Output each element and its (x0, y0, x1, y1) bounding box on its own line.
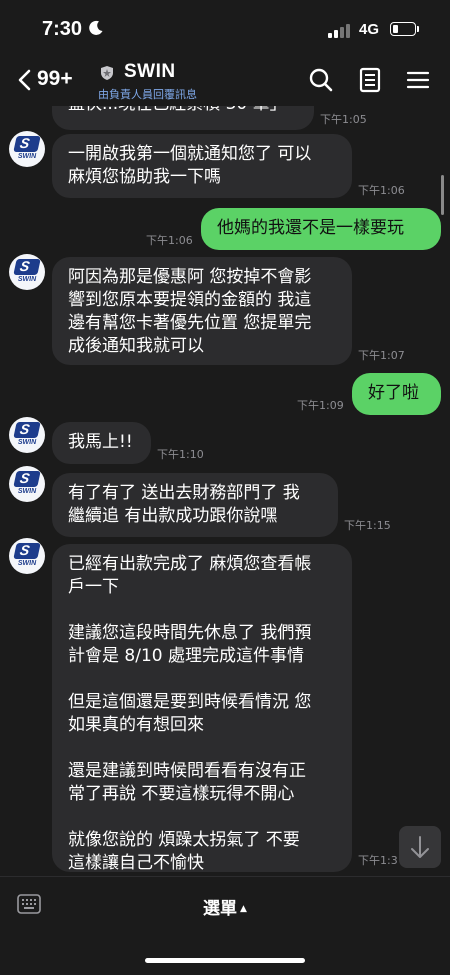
signal-icon (328, 24, 350, 38)
avatar[interactable]: SWIN (9, 417, 45, 453)
message-bubble[interactable]: 有了有了 送出去財務部門了 我 繼續追 有出款成功跟你說嘿 (52, 473, 338, 537)
message-bubble[interactable]: 盡快...現在已經累積 30 筆」 (52, 106, 314, 130)
message-bubble[interactable]: 阿因為那是優惠阿 您按掉不會影 響到您原本要提領的金額的 我這 邊有幫您卡著優先… (52, 257, 352, 365)
chat-subtitle: 由負責人員回覆訊息 (98, 88, 197, 101)
status-time: 7:30 (42, 18, 83, 40)
arrow-down-icon (411, 836, 429, 858)
menu-label: 選單 (203, 899, 238, 919)
notes-icon[interactable] (357, 67, 383, 93)
message-bubble[interactable]: 已經有出款完成了 麻煩您查看帳 戶一下 建議您這段時間先休息了 我們預 計會是 … (52, 544, 352, 873)
chevron-left-icon[interactable] (14, 68, 38, 92)
message-bubble-sent[interactable]: 好了啦 (352, 373, 441, 415)
message-timestamp: 下午1:3 (358, 854, 398, 867)
avatar[interactable]: SWIN (9, 254, 45, 290)
home-indicator[interactable] (145, 958, 305, 963)
battery-icon (390, 22, 416, 36)
message-list[interactable]: 盡快...現在已經累積 30 筆」 下午1:05 SWIN 一開啟我第一個就通知… (0, 106, 450, 876)
scrollbar[interactable] (441, 175, 444, 215)
message-timestamp: 下午1:09 (297, 399, 344, 412)
status-bar: 7:30 4G (0, 0, 450, 56)
message-bubble[interactable]: 我馬上!! (52, 422, 151, 464)
message-timestamp: 下午1:15 (344, 519, 391, 532)
avatar[interactable]: SWIN (9, 466, 45, 502)
moon-icon (89, 20, 103, 35)
message-bubble[interactable]: 一開啟我第一個就通知您了 可以 麻煩您協助我一下嗎 (52, 134, 352, 198)
message-timestamp: 下午1:06 (146, 234, 193, 247)
caret-up-icon: ▲ (240, 904, 247, 914)
message-timestamp: 下午1:10 (157, 448, 204, 461)
menu-button[interactable]: 選單 ▲ (0, 894, 450, 919)
avatar[interactable]: SWIN (9, 538, 45, 574)
message-timestamp: 下午1:05 (320, 113, 367, 126)
avatar[interactable]: SWIN (9, 131, 45, 167)
chat-header: 99+ SWIN 由負責人員回覆訊息 (0, 56, 450, 106)
unread-count[interactable]: 99+ (37, 67, 73, 91)
hamburger-menu-icon[interactable] (405, 67, 431, 93)
network-type: 4G (359, 21, 380, 38)
bottom-bar: 選單 ▲ (0, 876, 450, 975)
message-bubble-sent[interactable]: 他媽的我還不是一樣要玩 (201, 208, 441, 250)
message-timestamp: 下午1:07 (358, 349, 405, 362)
chat-title: SWIN (124, 61, 176, 82)
shield-icon (101, 66, 113, 80)
scroll-down-button[interactable] (399, 826, 441, 868)
search-icon[interactable] (308, 67, 334, 93)
message-timestamp: 下午1:06 (358, 184, 405, 197)
